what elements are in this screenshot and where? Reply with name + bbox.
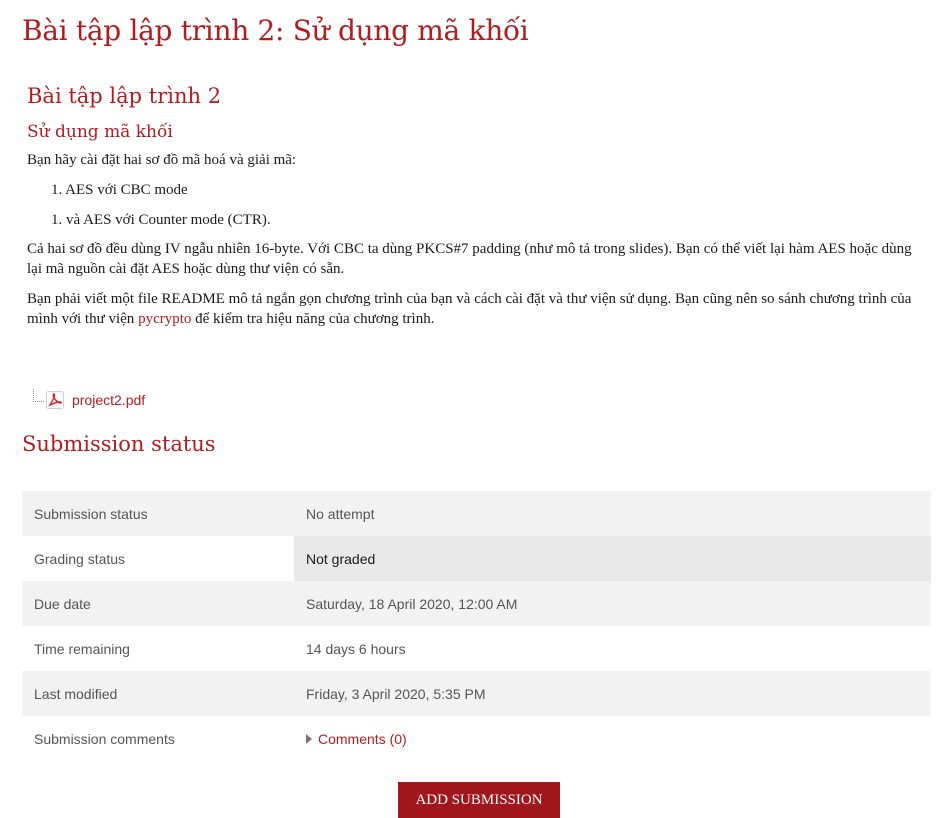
row-value: Comments (0) <box>294 716 931 761</box>
row-label: Submission comments <box>22 716 294 761</box>
table-row: Due date Saturday, 18 April 2020, 12:00 … <box>22 581 931 626</box>
row-label: Last modified <box>22 671 294 716</box>
add-submission-button[interactable]: ADD SUBMISSION <box>398 782 560 818</box>
attachment-item: project2.pdf <box>33 388 145 412</box>
row-label: Submission status <box>22 491 294 536</box>
row-value: 14 days 6 hours <box>294 626 931 671</box>
attachment-link[interactable]: project2.pdf <box>72 392 145 408</box>
comments-toggle[interactable]: Comments (0) <box>306 731 407 747</box>
task-list: 1. AES với CBC mode 1. và AES với Counte… <box>27 180 927 230</box>
task-item: 1. và AES với Counter mode (CTR). <box>51 212 271 228</box>
caret-right-icon <box>306 733 312 744</box>
row-value: No attempt <box>294 491 931 536</box>
intro-heading: Bài tập lập trình 2 <box>27 84 222 108</box>
submission-status-title: Submission status <box>22 432 216 456</box>
pycrypto-link[interactable]: pycrypto <box>138 311 191 327</box>
row-label: Due date <box>22 581 294 626</box>
table-row: Last modified Friday, 3 April 2020, 5:35… <box>22 671 931 716</box>
pdf-icon <box>46 391 64 409</box>
paragraph-text: để kiểm tra hiệu năng của chương trình. <box>191 311 435 327</box>
intro-paragraph: Bạn phải viết một file README mô tả ngắn… <box>27 289 927 329</box>
task-item: 1. AES với CBC mode <box>51 182 188 198</box>
row-label: Grading status <box>22 536 294 581</box>
assignment-intro: Bài tập lập trình 2 Sử dụng mã khối Bạn … <box>27 84 927 329</box>
table-row: Grading status Not graded <box>22 536 931 581</box>
intro-paragraph: Cả hai sơ đồ đều dùng IV ngẫu nhiên 16-b… <box>27 241 912 277</box>
grading-status-value: Not graded <box>294 536 931 581</box>
table-row: Submission comments Comments (0) <box>22 716 931 761</box>
row-value: Saturday, 18 April 2020, 12:00 AM <box>294 581 931 626</box>
page-title: Bài tập lập trình 2: Sử dụng mã khối <box>22 14 529 47</box>
comments-link[interactable]: Comments (0) <box>318 731 407 747</box>
intro-lead: Bạn hãy cài đặt hai sơ đồ mã hoá và giải… <box>27 152 297 168</box>
intro-subheading: Sử dụng mã khối <box>27 122 173 142</box>
table-row: Time remaining 14 days 6 hours <box>22 626 931 671</box>
row-value: Friday, 3 April 2020, 5:35 PM <box>294 671 931 716</box>
table-row: Submission status No attempt <box>22 491 931 536</box>
row-label: Time remaining <box>22 626 294 671</box>
submission-status-table: Submission status No attempt Grading sta… <box>22 491 931 761</box>
tree-connector <box>33 388 44 402</box>
